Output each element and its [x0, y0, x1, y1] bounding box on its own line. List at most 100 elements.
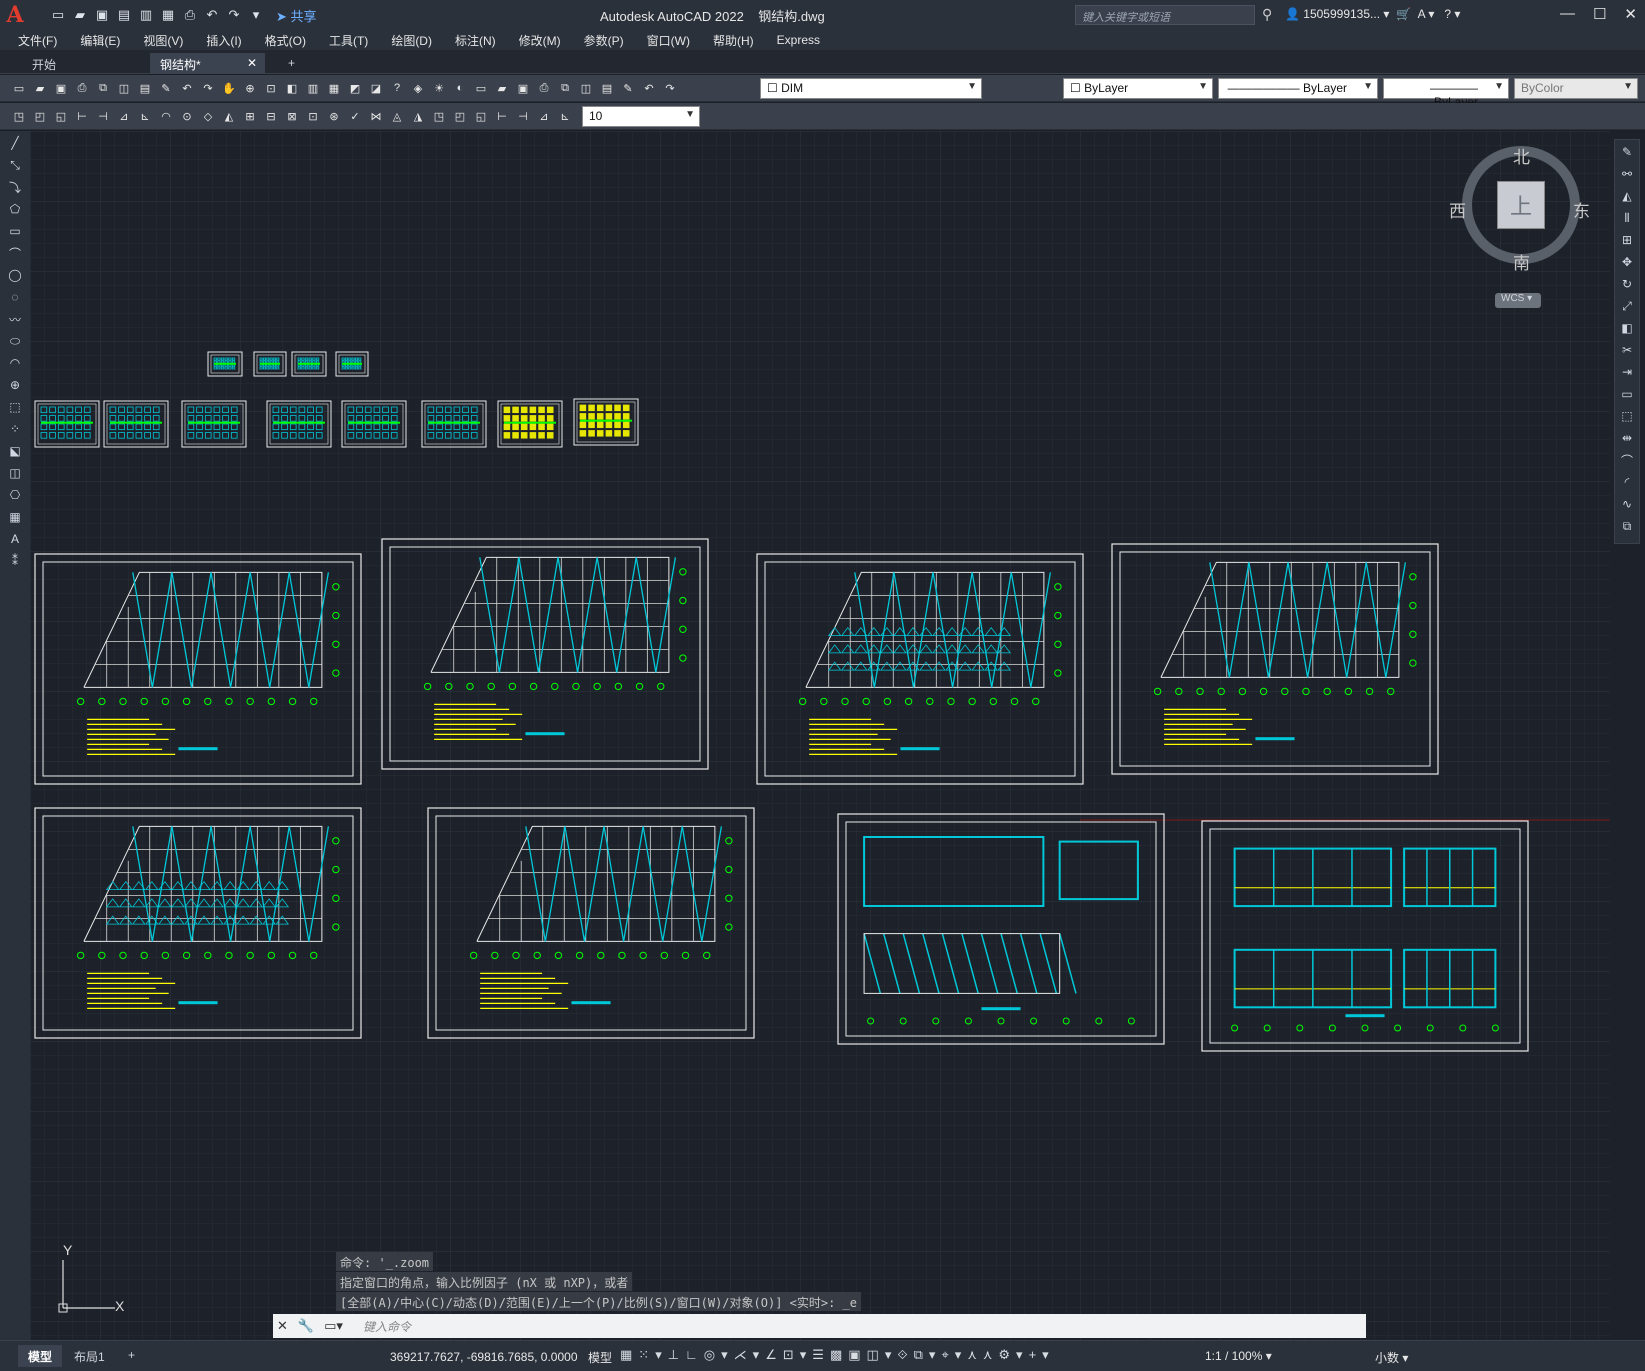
- status-toggle-icon[interactable]: ▾: [800, 1347, 807, 1363]
- draw-tool-icon[interactable]: ◫: [4, 463, 26, 483]
- add-layout-button[interactable]: +: [118, 1345, 145, 1367]
- standard-tool-icon[interactable]: ◪: [367, 79, 385, 97]
- dimension-tool-icon[interactable]: ⊠: [283, 107, 301, 125]
- dimension-tool-icon[interactable]: ⊾: [556, 107, 574, 125]
- plot-icon[interactable]: ⎙: [180, 5, 200, 25]
- standard-tool-icon[interactable]: ▭: [10, 79, 28, 97]
- status-toggle-icon[interactable]: ⋌: [734, 1347, 747, 1363]
- draw-tool-icon[interactable]: ⬚: [4, 397, 26, 417]
- standard-tool-icon[interactable]: ◫: [577, 79, 595, 97]
- draw-tool-icon[interactable]: ⬠: [4, 199, 26, 219]
- status-toggle-icon[interactable]: ▾: [721, 1347, 728, 1363]
- model-space-drawing[interactable]: [30, 131, 1610, 1340]
- modify-tool-icon[interactable]: ∿: [1616, 494, 1638, 514]
- status-toggle-icon[interactable]: ∠: [765, 1347, 777, 1363]
- dimension-tool-icon[interactable]: ⊢: [493, 107, 511, 125]
- modify-tool-icon[interactable]: ⇥: [1616, 362, 1638, 382]
- menu-item-3[interactable]: 插入(I): [206, 32, 241, 49]
- tab-drawing[interactable]: 钢结构* ✕: [150, 53, 265, 74]
- modify-tool-icon[interactable]: ◧: [1616, 318, 1638, 338]
- menu-item-11[interactable]: 帮助(H): [713, 32, 754, 49]
- standard-tool-icon[interactable]: ▰: [31, 79, 49, 97]
- minimize-icon[interactable]: —: [1560, 5, 1575, 23]
- draw-tool-icon[interactable]: ▭: [4, 221, 26, 241]
- modify-tool-icon[interactable]: ⧉: [1616, 516, 1638, 536]
- modify-tool-icon[interactable]: ◜: [1616, 472, 1638, 492]
- status-toggle-icon[interactable]: ▾: [929, 1347, 936, 1363]
- draw-tool-icon[interactable]: ⁘: [4, 419, 26, 439]
- dimension-tool-icon[interactable]: ◬: [388, 107, 406, 125]
- modify-tool-icon[interactable]: ⇹: [1616, 428, 1638, 448]
- status-toggle-icon[interactable]: ⌖: [941, 1347, 948, 1363]
- modify-tool-icon[interactable]: ◭: [1616, 186, 1638, 206]
- dimension-tool-icon[interactable]: ⊛: [325, 107, 343, 125]
- coordinates-readout[interactable]: 369217.7627, -69816.7685, 0.0000: [390, 1350, 578, 1364]
- standard-tool-icon[interactable]: ◫: [115, 79, 133, 97]
- draw-tool-icon[interactable]: ◌: [4, 287, 26, 307]
- dimension-tool-icon[interactable]: ◳: [10, 107, 28, 125]
- standard-tool-icon[interactable]: ✎: [619, 79, 637, 97]
- status-toggle-icon[interactable]: ⊥: [668, 1347, 679, 1363]
- menu-item-1[interactable]: 编辑(E): [80, 32, 120, 49]
- dimension-tool-icon[interactable]: ⋈: [367, 107, 385, 125]
- standard-tool-icon[interactable]: ◧: [283, 79, 301, 97]
- modify-tool-icon[interactable]: ⫴: [1616, 208, 1638, 228]
- modify-tool-icon[interactable]: ⌒: [1616, 450, 1638, 470]
- modify-tool-icon[interactable]: ✎: [1616, 142, 1638, 162]
- open-icon[interactable]: ▰: [70, 5, 90, 25]
- dimension-tool-icon[interactable]: ⊢: [73, 107, 91, 125]
- web-save-icon[interactable]: ▦: [158, 5, 178, 25]
- standard-tool-icon[interactable]: ▤: [598, 79, 616, 97]
- dimension-tool-icon[interactable]: ⊣: [514, 107, 532, 125]
- menu-item-2[interactable]: 视图(V): [143, 32, 183, 49]
- status-toggle-icon[interactable]: ▾: [655, 1347, 662, 1363]
- standard-tool-icon[interactable]: ⎙: [535, 79, 553, 97]
- standard-tool-icon[interactable]: ⧉: [556, 79, 574, 97]
- status-toggle-icon[interactable]: ▩: [830, 1347, 842, 1363]
- user-account[interactable]: 👤 1505999135... ▾ 🛒 A ▾ ? ▾: [1285, 7, 1460, 21]
- standard-tool-icon[interactable]: ▣: [514, 79, 532, 97]
- standard-tool-icon[interactable]: ↶: [640, 79, 658, 97]
- menu-item-10[interactable]: 窗口(W): [647, 32, 690, 49]
- share-button[interactable]: ➤ 共享: [276, 6, 317, 25]
- standard-tool-icon[interactable]: ◈: [409, 79, 427, 97]
- search-icon[interactable]: ⚲: [1262, 6, 1272, 23]
- standard-tool-icon[interactable]: ▤: [136, 79, 154, 97]
- status-toggle-icon[interactable]: ▾: [955, 1347, 962, 1363]
- units-dropdown[interactable]: 小数 ▾: [1375, 1349, 1408, 1366]
- menu-item-8[interactable]: 修改(M): [519, 32, 561, 49]
- dimension-tool-icon[interactable]: ⊡: [304, 107, 322, 125]
- modify-tool-icon[interactable]: ✂: [1616, 340, 1638, 360]
- status-toggle-icon[interactable]: ▾: [1016, 1347, 1023, 1363]
- menu-item-5[interactable]: 工具(T): [329, 32, 368, 49]
- dimension-tool-icon[interactable]: ⊿: [535, 107, 553, 125]
- standard-tool-icon[interactable]: ↷: [661, 79, 679, 97]
- close-icon[interactable]: ✕: [1624, 5, 1637, 23]
- standard-tool-icon[interactable]: ◐: [451, 79, 469, 97]
- recent-commands-icon[interactable]: ▭▾: [324, 1318, 343, 1334]
- command-input[interactable]: ✕ 🔧 ▭▾ 键入命令: [273, 1314, 1366, 1338]
- save-as-icon[interactable]: ▤: [114, 5, 134, 25]
- draw-tool-icon[interactable]: ◠: [4, 353, 26, 373]
- standard-tool-icon[interactable]: ✎: [157, 79, 175, 97]
- dimension-tool-icon[interactable]: ◇: [199, 107, 217, 125]
- status-toggle-icon[interactable]: ▾: [753, 1347, 760, 1363]
- modify-tool-icon[interactable]: ⤢: [1616, 296, 1638, 316]
- web-open-icon[interactable]: ▥: [136, 5, 156, 25]
- dimension-tool-icon[interactable]: ◳: [430, 107, 448, 125]
- standard-tool-icon[interactable]: ☀: [430, 79, 448, 97]
- draw-tool-icon[interactable]: ⤵: [4, 177, 26, 197]
- standard-tool-icon[interactable]: ↶: [178, 79, 196, 97]
- standard-tool-icon[interactable]: ▭: [472, 79, 490, 97]
- standard-tool-icon[interactable]: ⧉: [94, 79, 112, 97]
- draw-tool-icon[interactable]: ⤡: [4, 155, 26, 175]
- viewcube[interactable]: 北 南 西 东 上 WCS ▾: [1449, 141, 1590, 311]
- menu-item-0[interactable]: 文件(F): [18, 32, 57, 49]
- draw-tool-icon[interactable]: 〰: [4, 309, 26, 329]
- standard-tool-icon[interactable]: ⊕: [241, 79, 259, 97]
- modify-tool-icon[interactable]: ⚯: [1616, 164, 1638, 184]
- dimension-tool-icon[interactable]: ⊞: [241, 107, 259, 125]
- close-command-icon[interactable]: ✕: [277, 1318, 288, 1334]
- new-tab-button[interactable]: +: [278, 53, 305, 74]
- draw-tool-icon[interactable]: ◯: [4, 265, 26, 285]
